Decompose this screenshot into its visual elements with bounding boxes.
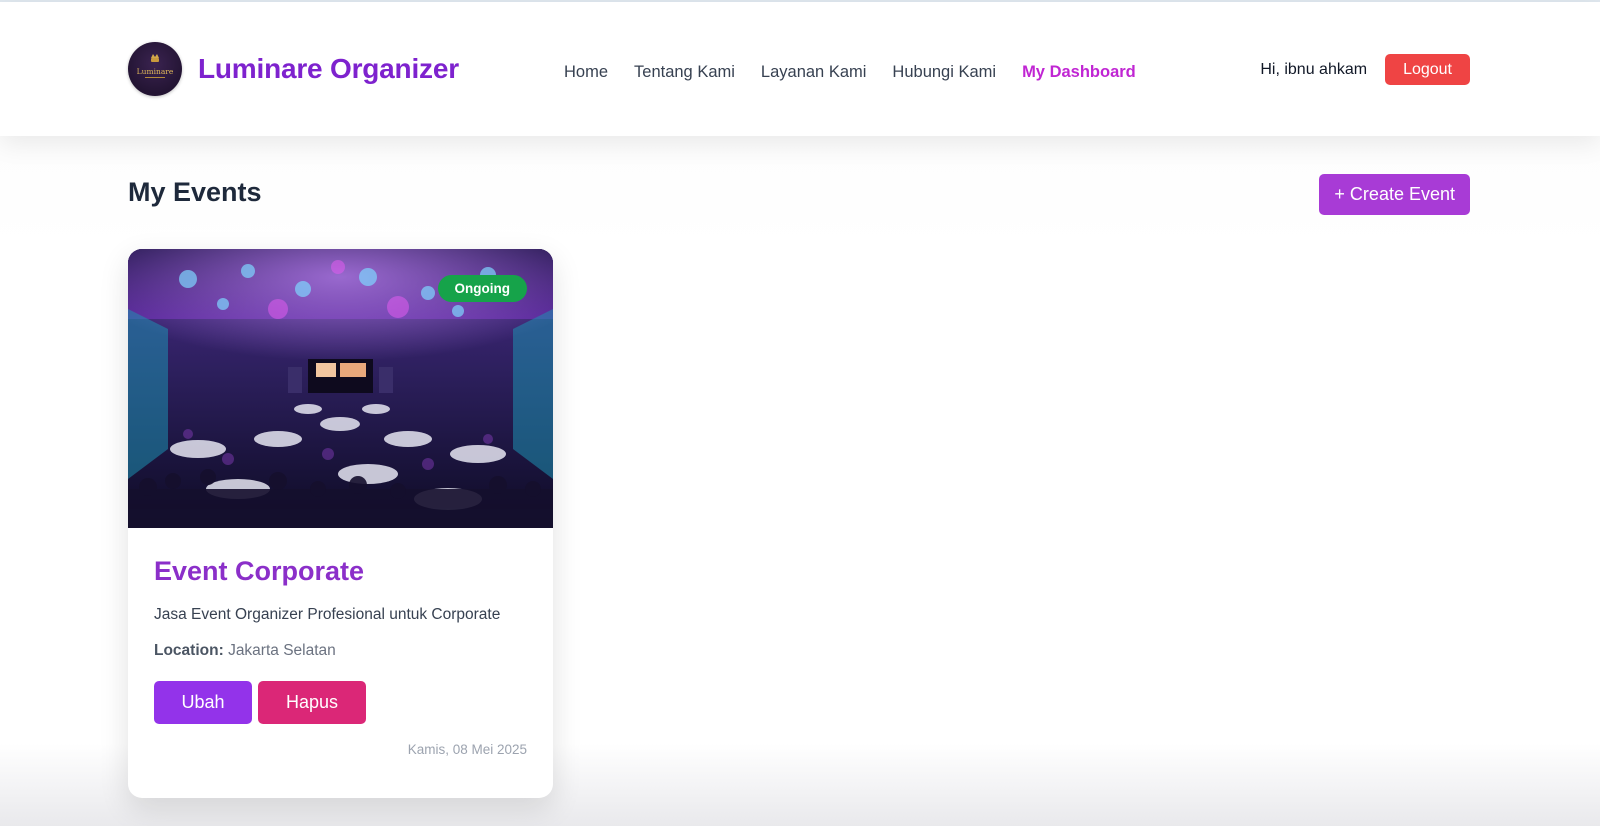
- user-area: Hi, ibnu ahkam Logout: [1260, 54, 1470, 85]
- page-title: My Events: [128, 177, 262, 207]
- logout-button[interactable]: Logout: [1385, 54, 1470, 85]
- event-title[interactable]: Event Corporate: [154, 556, 527, 587]
- event-description: Jasa Event Organizer Profesional untuk C…: [154, 606, 501, 623]
- brand-logo[interactable]: Luminare: [128, 42, 182, 96]
- event-card: Ongoing Event Corporate Jasa Event Organ…: [128, 249, 553, 798]
- nav-home[interactable]: Home: [564, 63, 608, 82]
- event-location: Location: Jakarta Selatan: [154, 642, 527, 660]
- logo-text: Luminare: [137, 67, 174, 76]
- edit-button[interactable]: Ubah: [154, 681, 252, 724]
- create-event-button[interactable]: + Create Event: [1319, 174, 1470, 215]
- location-value: Jakarta Selatan: [228, 642, 336, 659]
- event-image: Ongoing: [128, 249, 553, 528]
- card-body: Event Corporate Jasa Event Organizer Pro…: [128, 528, 553, 757]
- crown-emblem-icon: Luminare: [137, 54, 174, 78]
- nav-tentang-kami[interactable]: Tentang Kami: [634, 63, 735, 82]
- brand-name[interactable]: Luminare Organizer: [198, 53, 459, 85]
- nav-layanan-kami[interactable]: Layanan Kami: [761, 63, 867, 82]
- status-badge: Ongoing: [437, 275, 527, 302]
- nav-my-dashboard[interactable]: My Dashboard: [1022, 63, 1136, 82]
- delete-button[interactable]: Hapus: [258, 681, 366, 724]
- nav-hubungi-kami[interactable]: Hubungi Kami: [892, 63, 996, 82]
- event-date: Kamis, 08 Mei 2025: [407, 742, 527, 757]
- user-greeting: Hi, ibnu ahkam: [1260, 60, 1368, 78]
- card-actions: Ubah Hapus: [154, 681, 527, 724]
- location-label: Location:: [154, 642, 224, 659]
- site-header: Luminare Luminare Organizer Home Tentang…: [0, 2, 1600, 136]
- brand[interactable]: Luminare Luminare Organizer: [128, 42, 459, 96]
- main-nav: Home Tentang Kami Layanan Kami Hubungi K…: [564, 63, 1136, 82]
